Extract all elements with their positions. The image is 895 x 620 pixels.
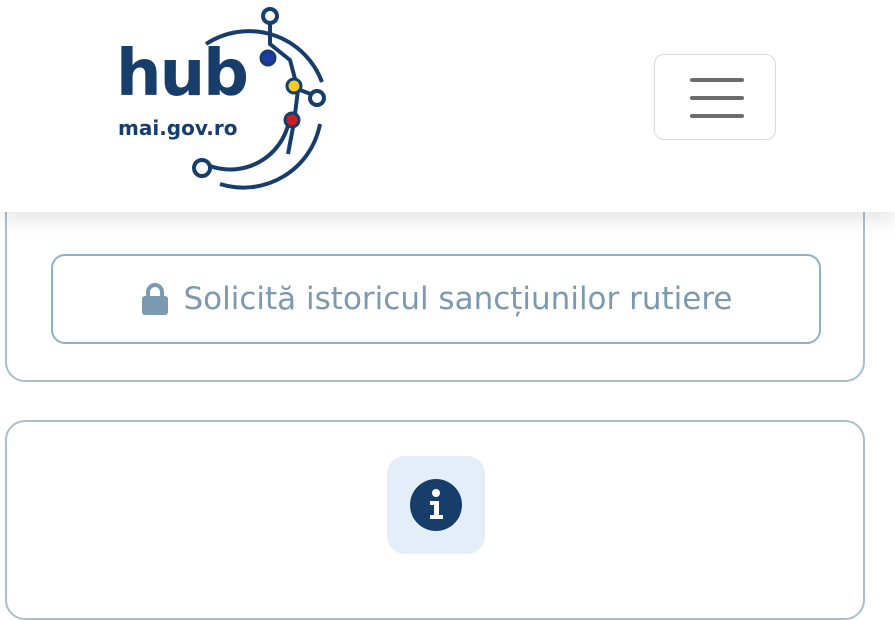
- hub-logo[interactable]: hub mai.gov.ro: [110, 4, 350, 194]
- menu-bar: [690, 96, 744, 100]
- request-history-label: Solicită istoricul sancțiunilor rutiere: [183, 281, 733, 317]
- info-card: [5, 420, 865, 620]
- info-tile: [387, 456, 485, 554]
- lock-icon: [141, 283, 168, 315]
- request-card: Solicită istoricul sancțiunilor rutiere: [5, 190, 865, 382]
- menu-bar: [690, 78, 744, 82]
- site-header: hub mai.gov.ro: [0, 0, 895, 212]
- info-icon: [410, 479, 462, 531]
- logo-subtitle: mai.gov.ro: [118, 116, 238, 140]
- logo-wordmark: hub: [116, 37, 249, 111]
- menu-button[interactable]: [654, 54, 776, 140]
- request-history-button[interactable]: Solicită istoricul sancțiunilor rutiere: [51, 254, 821, 344]
- menu-bar: [690, 114, 744, 118]
